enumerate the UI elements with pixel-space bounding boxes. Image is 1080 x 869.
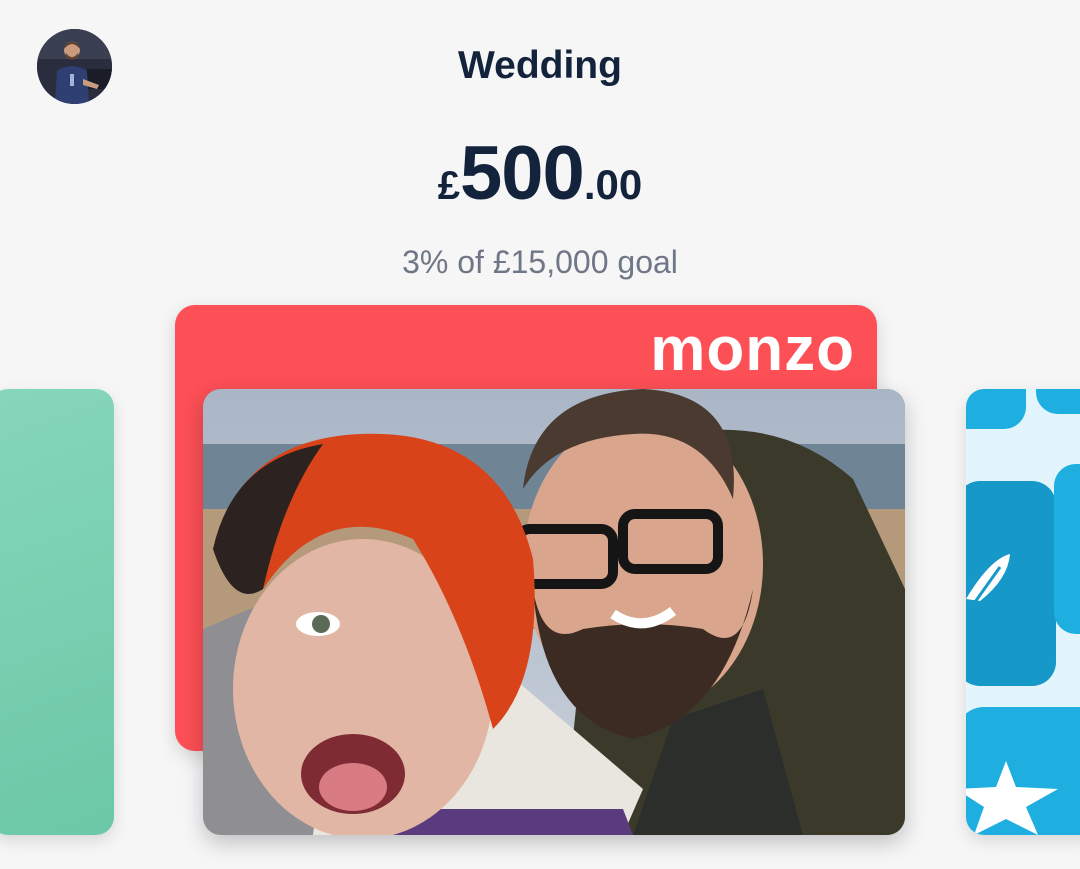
pot-title: Wedding [458,44,622,87]
goal-progress-text: 3% of £15,000 goal [402,244,678,280]
pot-cover-photo[interactable] [203,389,905,835]
balance-minor: .00 [583,161,643,208]
pot-card-previous[interactable] [0,389,114,835]
monzo-logo: monzo [650,315,855,384]
pot-card-next[interactable] [966,389,1080,835]
balance-major: 500 [460,131,585,216]
couple-selfie-photo [203,389,905,835]
pattern-icons [966,389,1080,835]
currency-symbol: £ [437,164,461,208]
pot-balance: £500.00 [0,136,1080,212]
pot-detail-screen: Wedding £500.00 3% of £15,000 goal monzo [0,0,1080,869]
